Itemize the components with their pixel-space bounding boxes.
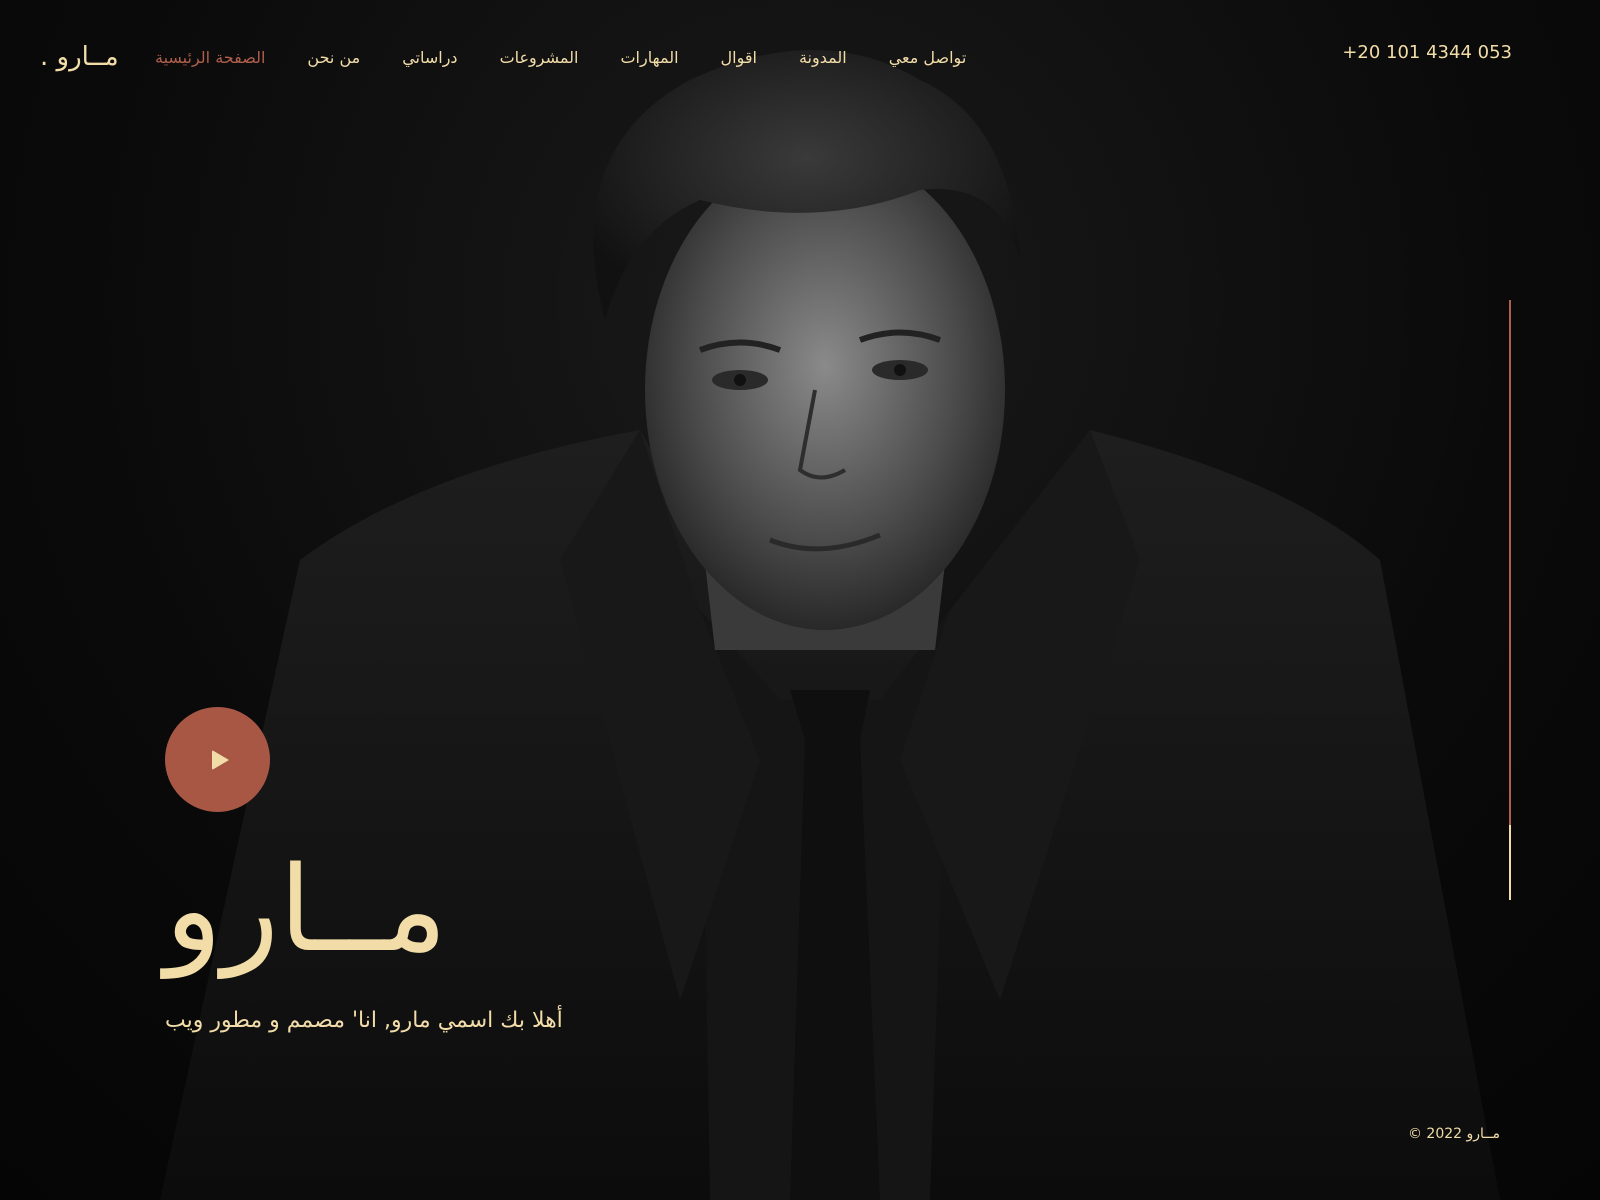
- nav-item-testimonials[interactable]: اقوال: [721, 48, 757, 67]
- play-icon: [211, 749, 229, 770]
- nav-item-blog[interactable]: المدونة: [799, 48, 847, 67]
- play-video-button[interactable]: [165, 707, 270, 812]
- hero-name: مــارو: [165, 840, 448, 978]
- hero-tagline: أهلا بك اسمي مارو, انا' مصمم و مطور ويب: [165, 1008, 563, 1033]
- nav-item-about[interactable]: من نحن: [307, 48, 360, 67]
- main-navigation: الصفحة الرئيسية من نحن دراساتي المشروعات…: [155, 48, 966, 67]
- nav-item-home[interactable]: الصفحة الرئيسية: [155, 48, 265, 67]
- scroll-indicator-track[interactable]: [1509, 300, 1511, 900]
- nav-item-projects[interactable]: المشروعات: [500, 48, 579, 67]
- phone-number[interactable]: +20 101 4344 053: [1342, 42, 1512, 63]
- nav-item-contact[interactable]: تواصل معي: [889, 48, 967, 67]
- nav-item-studies[interactable]: دراساتي: [402, 48, 457, 67]
- copyright-text: مــارو 2022 ©: [1407, 1126, 1500, 1142]
- page: مــارو . الصفحة الرئيسية من نحن دراساتي …: [0, 0, 1600, 1200]
- nav-item-skills[interactable]: المهارات: [620, 48, 678, 67]
- scroll-indicator-thumb[interactable]: [1509, 825, 1511, 900]
- site-logo[interactable]: مــارو .: [40, 42, 119, 72]
